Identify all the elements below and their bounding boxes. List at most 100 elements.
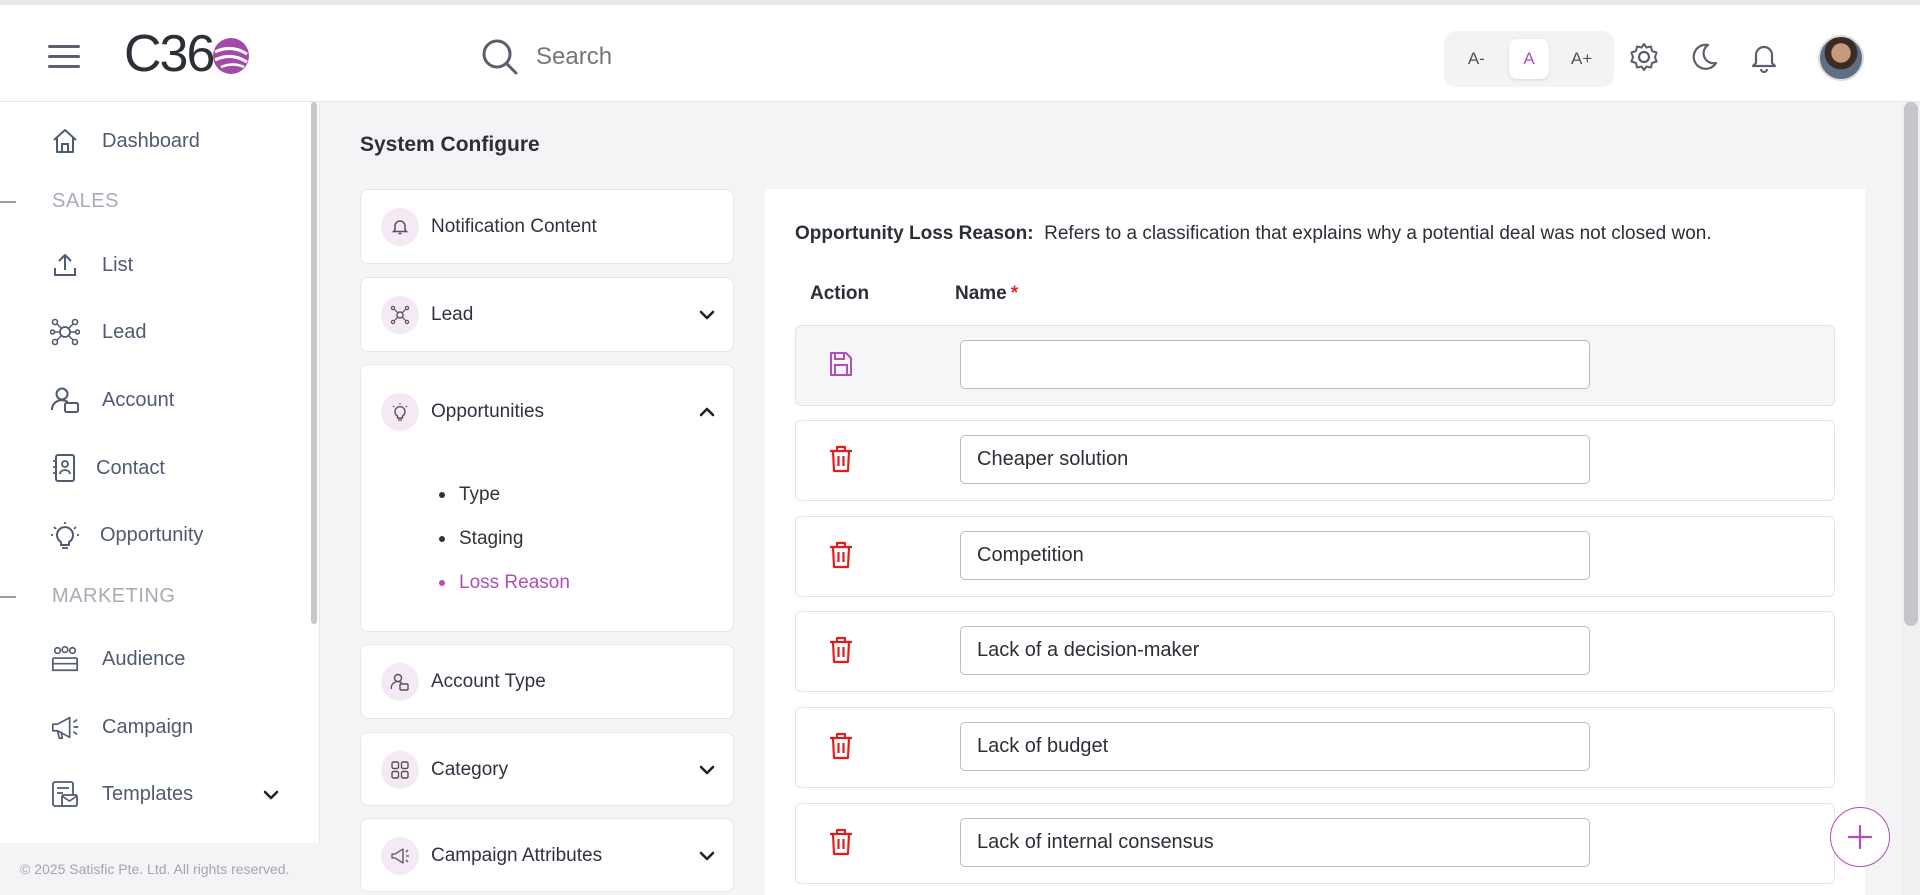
user-avatar[interactable] [1818, 35, 1864, 81]
loss-reason-input[interactable] [960, 435, 1590, 484]
config-item-notification[interactable]: Notification Content [381, 207, 717, 247]
config-item-account-type[interactable]: Account Type [381, 662, 717, 702]
trash-icon [830, 541, 852, 569]
config-card-campaign-attributes[interactable]: Campaign Attributes [360, 818, 734, 892]
column-header-name: Name * [955, 283, 1019, 304]
section-marketing: MARKETING [52, 585, 176, 607]
logo-text: C36 [124, 25, 215, 83]
section-sales: SALES [52, 190, 119, 212]
trash-icon [830, 445, 852, 473]
loss-reason-input[interactable] [960, 722, 1590, 771]
chevron-down-icon[interactable] [697, 305, 717, 325]
new-row [795, 325, 1835, 406]
config-item-lead[interactable]: Lead [381, 295, 717, 335]
account-icon [390, 673, 409, 691]
required-mark: * [1010, 283, 1019, 304]
sidebar-item-templates[interactable]: Templates [50, 774, 280, 814]
sidebar-item-opportunity[interactable]: Opportunity [50, 515, 203, 555]
page-title: System Configure [360, 133, 540, 156]
sidebar-item-list[interactable]: List [50, 245, 133, 285]
chevron-down-icon[interactable] [697, 760, 717, 780]
config-card-category[interactable]: Category [360, 732, 734, 806]
config-item-label: Opportunities [431, 401, 545, 422]
search-input[interactable] [536, 43, 936, 71]
sidebar-item-label: Audience [102, 647, 186, 670]
templates-icon [52, 781, 78, 807]
sidebar-item-label: Templates [102, 782, 194, 805]
sidebar-item-label: Lead [102, 320, 147, 343]
loss-reason-description: Opportunity Loss Reason: Refers to a cla… [795, 223, 1712, 245]
save-icon [830, 352, 852, 376]
sidebar-item-account[interactable]: Account [50, 380, 174, 420]
config-card-opportunities: Opportunities Type Staging Loss Reason [360, 364, 734, 632]
hamburger-menu-icon[interactable] [48, 45, 80, 69]
sidebar-item-dashboard[interactable]: Dashboard [50, 121, 200, 161]
loss-reason-input[interactable] [960, 626, 1590, 675]
sidebar-item-lead[interactable]: Lead [50, 312, 147, 352]
font-size-default-button[interactable]: A [1508, 39, 1549, 79]
new-loss-reason-input[interactable] [960, 340, 1590, 389]
font-size-switcher: A- A A+ [1444, 31, 1614, 87]
config-card-account-type[interactable]: Account Type [360, 644, 734, 719]
config-item-label: Account Type [431, 671, 546, 692]
opportunity-submenu: Type Staging Loss Reason [439, 473, 570, 605]
audience-icon [51, 645, 79, 672]
lightbulb-icon [51, 522, 79, 549]
page-scrollbar[interactable] [1902, 102, 1920, 895]
logo[interactable]: C36 [124, 25, 251, 83]
config-item-opportunities[interactable]: Opportunities [381, 392, 717, 432]
lightbulb-icon [392, 403, 408, 421]
submenu-item-type[interactable]: Type [439, 473, 570, 517]
sidebar-scrollbar[interactable] [311, 102, 317, 624]
bell-icon[interactable] [1748, 41, 1780, 73]
loss-reason-text: Refers to a classification that explains… [1044, 223, 1712, 244]
chevron-up-icon[interactable] [697, 402, 717, 422]
copyright-footer: © 2025 Satisfic Pte. Ltd. All rights res… [0, 843, 328, 895]
trash-icon [830, 732, 852, 760]
font-size-increase-button[interactable]: A+ [1562, 39, 1602, 79]
sidebar-item-campaign[interactable]: Campaign [50, 707, 193, 747]
loss-reason-heading: Opportunity Loss Reason: [795, 223, 1034, 244]
delete-button[interactable] [826, 826, 856, 858]
lead-network-icon [50, 318, 80, 346]
sidebar-item-contact[interactable]: Contact [50, 448, 165, 488]
sidebar: Dashboard SALES List Lead Account Contac… [0, 102, 320, 895]
chevron-down-icon[interactable] [697, 846, 717, 866]
loss-reason-input[interactable] [960, 531, 1590, 580]
sidebar-item-label: Dashboard [102, 129, 200, 152]
sidebar-item-label: Account [102, 388, 175, 411]
delete-button[interactable] [826, 634, 856, 666]
chevron-down-icon[interactable] [262, 786, 280, 804]
search-icon[interactable] [480, 37, 520, 77]
section-divider [0, 201, 16, 203]
scrollbar-thumb[interactable] [1904, 102, 1918, 626]
contact-icon [53, 454, 75, 482]
sidebar-item-label: List [102, 253, 134, 276]
table-row [795, 516, 1835, 597]
sidebar-item-audience[interactable]: Audience [50, 639, 185, 679]
plus-icon [1847, 824, 1873, 850]
submenu-item-loss-reason[interactable]: Loss Reason [439, 561, 570, 605]
delete-button[interactable] [826, 730, 856, 762]
delete-button[interactable] [826, 443, 856, 475]
config-card-notification[interactable]: Notification Content [360, 189, 734, 264]
submenu-item-staging[interactable]: Staging [439, 517, 570, 561]
delete-button[interactable] [826, 539, 856, 571]
save-button[interactable] [826, 348, 856, 380]
top-bar: C36 A- A A+ [0, 0, 1920, 102]
search-bar [480, 35, 980, 79]
config-card-lead[interactable]: Lead [360, 277, 734, 352]
home-icon [53, 129, 77, 153]
config-item-category[interactable]: Category [381, 750, 717, 790]
add-button[interactable] [1830, 807, 1890, 867]
moon-icon[interactable] [1688, 41, 1720, 73]
loss-reason-input[interactable] [960, 818, 1590, 867]
gear-icon[interactable] [1628, 41, 1660, 73]
font-size-decrease-button[interactable]: A- [1456, 39, 1496, 79]
config-item-campaign-attributes[interactable]: Campaign Attributes [381, 836, 717, 876]
megaphone-icon [391, 848, 409, 864]
trash-icon [830, 828, 852, 856]
trash-icon [830, 636, 852, 664]
config-item-label: Category [431, 759, 509, 780]
lead-network-icon [390, 305, 410, 325]
